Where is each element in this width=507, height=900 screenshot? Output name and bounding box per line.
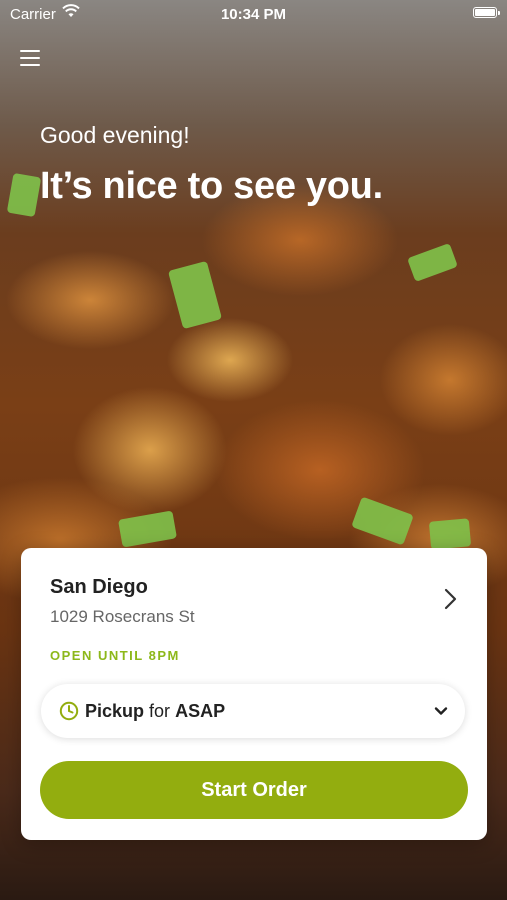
- location-address[interactable]: 1029 Rosecrans St: [50, 607, 195, 627]
- start-order-button[interactable]: Start Order: [40, 761, 468, 819]
- clock-icon: [59, 701, 79, 721]
- location-card: San Diego 1029 Rosecrans St OPEN UNTIL 8…: [21, 548, 487, 840]
- status-time: 10:34 PM: [220, 6, 287, 23]
- headline-text: It’s nice to see you.: [40, 165, 383, 207]
- open-status-badge: OPEN UNTIL 8PM: [50, 648, 180, 663]
- pickup-label: Pickup for ASAP: [85, 701, 225, 722]
- order-time: ASAP: [175, 701, 226, 721]
- order-mode: Pickup: [85, 701, 145, 721]
- location-name[interactable]: San Diego: [50, 576, 148, 599]
- order-connector: for: [149, 701, 171, 721]
- chevron-right-icon[interactable]: [439, 588, 461, 610]
- status-bar: Carrier 10:34 PM: [0, 0, 507, 30]
- hamburger-menu-icon[interactable]: [20, 50, 40, 66]
- greeting-text: Good evening!: [40, 122, 190, 148]
- pickup-time-selector[interactable]: Pickup for ASAP: [41, 684, 465, 738]
- battery-icon: [473, 7, 500, 18]
- chevron-down-icon: [433, 703, 449, 719]
